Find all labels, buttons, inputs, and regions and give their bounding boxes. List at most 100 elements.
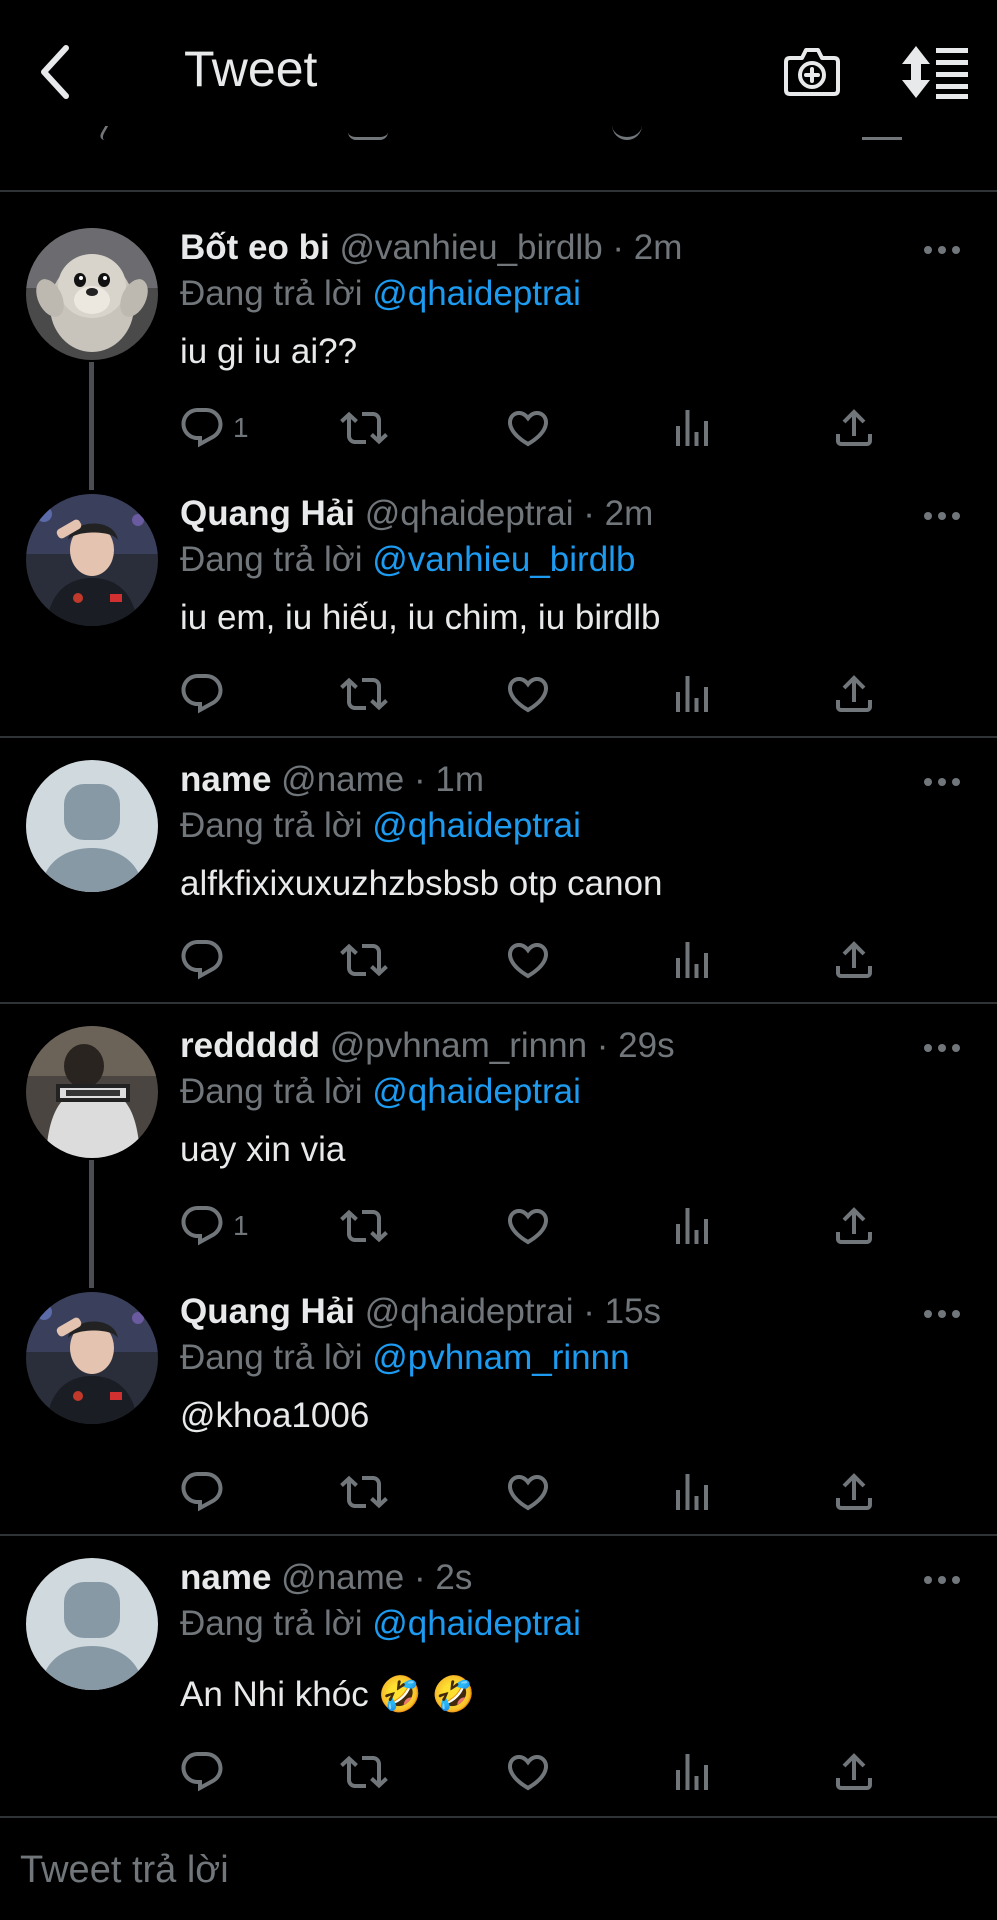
timestamp: · 2s bbox=[414, 1558, 473, 1597]
retweet-button[interactable] bbox=[340, 404, 388, 452]
heart-icon bbox=[504, 1202, 552, 1250]
analytics-icon bbox=[668, 404, 716, 452]
replying-to: Đang trả lời @qhaideptrai bbox=[180, 1072, 581, 1112]
display-name[interactable]: Quang Hải bbox=[180, 1292, 355, 1331]
retweet-icon bbox=[340, 404, 388, 452]
tweet-text-mention[interactable]: @khoa1006 bbox=[180, 1396, 369, 1436]
display-name[interactable]: name bbox=[180, 760, 271, 799]
share-button[interactable] bbox=[830, 670, 878, 718]
more-options-button[interactable] bbox=[922, 1570, 962, 1590]
reply-count: 1 bbox=[233, 1210, 249, 1241]
more-options-button[interactable] bbox=[922, 772, 962, 792]
share-button[interactable] bbox=[830, 1748, 878, 1796]
retweet-icon bbox=[340, 670, 388, 718]
share-icon bbox=[830, 1748, 878, 1796]
more-options-button[interactable] bbox=[922, 1304, 962, 1324]
retweet-icon bbox=[340, 936, 388, 984]
share-icon bbox=[830, 936, 878, 984]
avatar[interactable] bbox=[26, 494, 158, 626]
divider bbox=[0, 190, 997, 192]
reply-input[interactable] bbox=[20, 1840, 960, 1900]
views-button[interactable] bbox=[668, 1202, 716, 1250]
avatar[interactable] bbox=[26, 1292, 158, 1424]
like-button[interactable] bbox=[504, 670, 552, 718]
display-name[interactable]: reddddd bbox=[180, 1026, 320, 1065]
reply-button[interactable] bbox=[178, 936, 226, 984]
replying-to: Đang trả lời @qhaideptrai bbox=[180, 274, 581, 314]
like-button[interactable] bbox=[504, 1202, 552, 1250]
like-button[interactable] bbox=[504, 936, 552, 984]
views-button[interactable] bbox=[668, 1748, 716, 1796]
user-handle: @qhaideptrai bbox=[364, 1292, 574, 1331]
retweet-button[interactable] bbox=[340, 670, 388, 718]
tweet-text: uay xin via bbox=[180, 1130, 346, 1169]
user-handle: @vanhieu_birdlb bbox=[339, 228, 603, 267]
reply-button[interactable] bbox=[178, 1748, 226, 1796]
share-button[interactable] bbox=[830, 404, 878, 452]
avatar[interactable] bbox=[26, 1558, 158, 1690]
tweet-text: alfkfixixuxuzhzbsbsb otp canon bbox=[180, 864, 663, 903]
more-icon bbox=[924, 1576, 960, 1584]
avatar[interactable] bbox=[26, 228, 158, 360]
user-handle: @qhaideptrai bbox=[364, 494, 574, 533]
avatar[interactable] bbox=[26, 760, 158, 892]
heart-icon bbox=[504, 670, 552, 718]
back-button[interactable] bbox=[36, 44, 76, 100]
replying-to: Đang trả lời @pvhnam_rinnn bbox=[180, 1338, 630, 1378]
views-button[interactable] bbox=[668, 404, 716, 452]
replying-to-label: Đang trả lời bbox=[180, 1072, 363, 1111]
timestamp: · 2m bbox=[583, 494, 654, 533]
camera-button[interactable] bbox=[782, 42, 842, 102]
reply-mention-link[interactable]: @qhaideptrai bbox=[372, 1072, 581, 1111]
reply-button[interactable] bbox=[178, 670, 226, 718]
views-button[interactable] bbox=[668, 670, 716, 718]
retweet-button[interactable] bbox=[340, 1468, 388, 1516]
divider bbox=[0, 1534, 997, 1536]
divider bbox=[0, 1002, 997, 1004]
retweet-button[interactable] bbox=[340, 1748, 388, 1796]
reply-count: 1 bbox=[233, 412, 249, 443]
more-options-button[interactable] bbox=[922, 1038, 962, 1058]
like-button[interactable] bbox=[504, 1748, 552, 1796]
like-button[interactable] bbox=[504, 1468, 552, 1516]
more-options-button[interactable] bbox=[922, 240, 962, 260]
more-icon bbox=[924, 1044, 960, 1052]
replying-to: Đang trả lời @qhaideptrai bbox=[180, 806, 581, 846]
display-name[interactable]: Bốt eo bi bbox=[180, 228, 330, 267]
reply-icon bbox=[178, 1202, 226, 1250]
sort-replies-button[interactable] bbox=[900, 44, 970, 100]
tweet-header: reddddd @pvhnam_rinnn · 29s bbox=[180, 1026, 675, 1066]
share-button[interactable] bbox=[830, 1468, 878, 1516]
views-button[interactable] bbox=[668, 1468, 716, 1516]
retweet-button[interactable] bbox=[340, 936, 388, 984]
heart-icon bbox=[504, 1468, 552, 1516]
reply-button[interactable] bbox=[178, 404, 226, 452]
display-name[interactable]: name bbox=[180, 1558, 271, 1597]
reply-mention-link[interactable]: @qhaideptrai bbox=[372, 806, 581, 845]
display-name[interactable]: Quang Hải bbox=[180, 494, 355, 533]
more-options-button[interactable] bbox=[922, 506, 962, 526]
views-button[interactable] bbox=[668, 936, 716, 984]
reply-mention-link[interactable]: @qhaideptrai bbox=[372, 274, 581, 313]
tweet-text: An Nhi khóc 🤣 🤣 bbox=[180, 1675, 476, 1714]
reply-icon bbox=[178, 1468, 226, 1516]
user-handle: @name bbox=[281, 1558, 405, 1597]
timestamp: · 2m bbox=[612, 228, 683, 267]
reply-button[interactable] bbox=[178, 1468, 226, 1516]
share-button[interactable] bbox=[830, 936, 878, 984]
retweet-icon bbox=[340, 1468, 388, 1516]
share-button[interactable] bbox=[830, 1202, 878, 1250]
tweet-actions bbox=[0, 1748, 997, 1798]
reply-icon bbox=[178, 670, 226, 718]
reply-mention-link[interactable]: @qhaideptrai bbox=[372, 1604, 581, 1643]
replying-to: Đang trả lời @qhaideptrai bbox=[180, 1604, 581, 1644]
like-button[interactable] bbox=[504, 404, 552, 452]
reply-mention-link[interactable]: @pvhnam_rinnn bbox=[372, 1338, 629, 1377]
retweet-button[interactable] bbox=[340, 1202, 388, 1250]
page-title: Tweet bbox=[184, 41, 318, 97]
reply-button[interactable] bbox=[178, 1202, 226, 1250]
reply-icon bbox=[178, 404, 226, 452]
avatar[interactable] bbox=[26, 1026, 158, 1158]
reply-mention-link[interactable]: @vanhieu_birdlb bbox=[372, 540, 635, 579]
tweet-header: name @name · 1m bbox=[180, 760, 484, 800]
